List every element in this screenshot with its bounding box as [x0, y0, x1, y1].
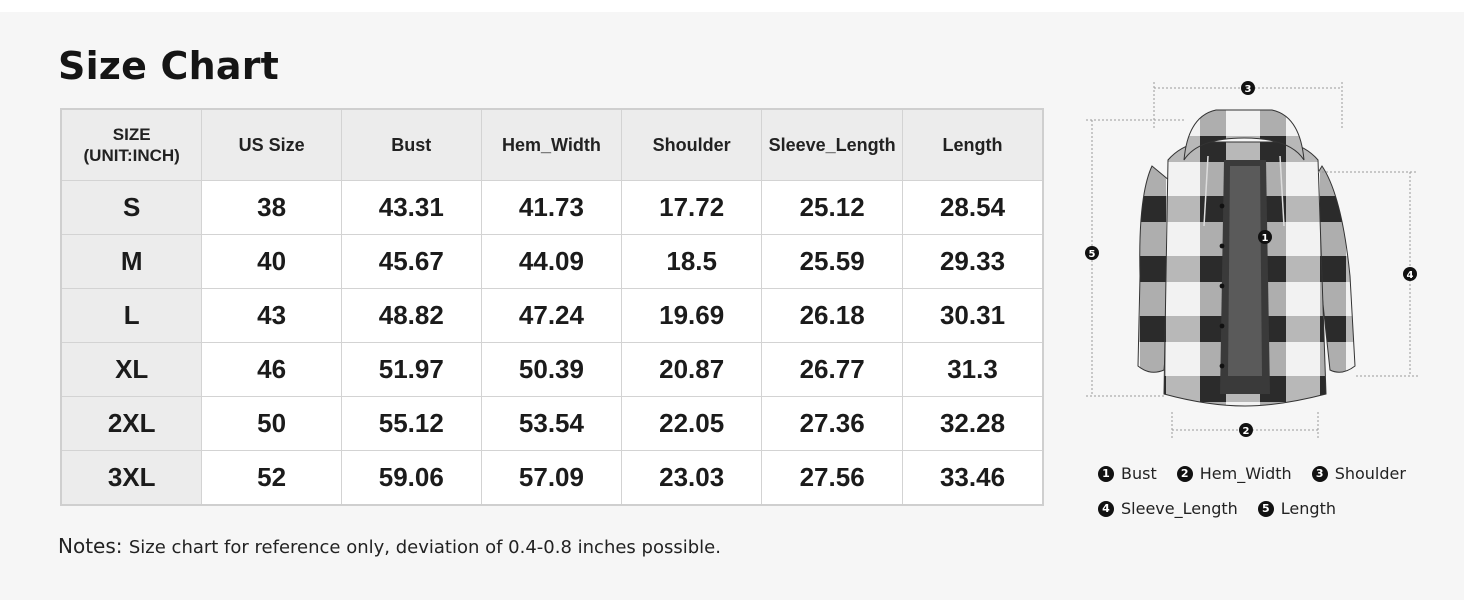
table-cell: 27.56: [761, 450, 904, 506]
table-cell: 25.59: [761, 234, 904, 289]
table-cell: 41.73: [480, 180, 623, 235]
table-cell: 18.5: [621, 234, 763, 289]
table-cell: 46: [201, 342, 342, 397]
header-unit: (UNIT:INCH): [83, 146, 180, 165]
size-chart-table: SIZE (UNIT:INCH) US Size Bust Hem_Width …: [60, 108, 1044, 506]
legend-label: Bust: [1121, 464, 1157, 483]
notes-text: Size chart for reference only, deviation…: [128, 537, 721, 558]
size-cell: L: [60, 288, 203, 343]
measurement-legend: 1 Bust 2 Hem_Width 3 Shoulder 4 Sleeve_L…: [1098, 464, 1438, 534]
marker-1: 1: [1258, 230, 1272, 244]
table-cell: 50.39: [480, 342, 623, 397]
legend-item-bust: 1 Bust: [1098, 464, 1157, 483]
table-cell: 43: [201, 288, 342, 343]
table-cell: 25.12: [761, 180, 904, 235]
table-cell: 38: [201, 180, 342, 235]
size-cell: 3XL: [60, 450, 203, 506]
notes: Notes: Size chart for reference only, de…: [58, 534, 721, 558]
svg-text:4: 4: [1407, 270, 1414, 281]
table-cell: 48.82: [340, 288, 482, 343]
table-cell: 29.33: [902, 234, 1044, 289]
header-sleeve-length: Sleeve_Length: [761, 108, 904, 181]
marker-3: 3: [1241, 81, 1255, 95]
table-cell: 53.54: [480, 396, 623, 451]
table-header-row: SIZE (UNIT:INCH) US Size Bust Hem_Width …: [60, 108, 1044, 181]
table-row: 3XL 52 59.06 57.09 23.03 27.56 33.46: [60, 450, 1044, 506]
header-length: Length: [902, 108, 1044, 181]
legend-item-sleeve-length: 4 Sleeve_Length: [1098, 499, 1238, 518]
table-cell: 57.09: [480, 450, 623, 506]
table-row: M 40 45.67 44.09 18.5 25.59 29.33: [60, 234, 1044, 289]
jacket-image: [1137, 109, 1356, 407]
table-cell: 19.69: [621, 288, 763, 343]
table-cell: 47.24: [480, 288, 623, 343]
marker-5: 5: [1085, 246, 1099, 260]
svg-text:1: 1: [1262, 233, 1269, 244]
table-cell: 55.12: [340, 396, 482, 451]
legend-item-length: 5 Length: [1257, 499, 1336, 518]
table-cell: 26.18: [761, 288, 904, 343]
table-cell: 45.67: [340, 234, 482, 289]
size-cell: M: [60, 234, 203, 289]
table-cell: 26.77: [761, 342, 904, 397]
size-cell: S: [60, 180, 203, 235]
legend-label: Hem_Width: [1199, 464, 1292, 483]
header-size-unit: SIZE (UNIT:INCH): [60, 108, 203, 181]
page-title: Size Chart: [58, 44, 280, 88]
table-cell: 40: [201, 234, 342, 289]
header-us-size: US Size: [201, 108, 342, 181]
table-cell: 22.05: [621, 396, 763, 451]
table-cell: 27.36: [761, 396, 904, 451]
table-cell: 31.3: [902, 342, 1044, 397]
number-badge-icon: 1: [1098, 465, 1114, 482]
header-hem-width: Hem_Width: [480, 108, 623, 181]
table-cell: 30.31: [902, 288, 1044, 343]
legend-label: Shoulder: [1334, 464, 1406, 483]
size-cell: XL: [60, 342, 203, 397]
number-badge-icon: 4: [1098, 500, 1114, 517]
table-cell: 51.97: [340, 342, 482, 397]
legend-label: Sleeve_Length: [1121, 499, 1238, 518]
legend-label: Length: [1280, 499, 1336, 518]
svg-text:3: 3: [1245, 84, 1252, 95]
header-shoulder: Shoulder: [621, 108, 763, 181]
notes-label: Notes:: [58, 534, 123, 558]
table-cell: 17.72: [621, 180, 763, 235]
header-size: SIZE: [112, 125, 151, 144]
legend-row: 1 Bust 2 Hem_Width 3 Shoulder: [1098, 464, 1438, 483]
table-cell: 59.06: [340, 450, 482, 506]
table-cell: 50: [201, 396, 342, 451]
table-row: S 38 43.31 41.73 17.72 25.12 28.54: [60, 180, 1044, 235]
table-row: XL 46 51.97 50.39 20.87 26.77 31.3: [60, 342, 1044, 397]
svg-text:5: 5: [1089, 249, 1096, 260]
table-cell: 44.09: [480, 234, 623, 289]
table-cell: 43.31: [340, 180, 482, 235]
svg-text:2: 2: [1243, 426, 1250, 437]
number-badge-icon: 3: [1311, 465, 1328, 482]
table-row: L 43 48.82 47.24 19.69 26.18 30.31: [60, 288, 1044, 343]
legend-item-shoulder: 3 Shoulder: [1311, 464, 1406, 483]
table-cell: 20.87: [621, 342, 763, 397]
legend-item-hem-width: 2 Hem_Width: [1176, 464, 1292, 483]
table-row: 2XL 50 55.12 53.54 22.05 27.36 32.28: [60, 396, 1044, 451]
size-cell: 2XL: [60, 396, 203, 451]
table-cell: 33.46: [902, 450, 1044, 506]
table-cell: 52: [201, 450, 342, 506]
marker-4: 4: [1403, 267, 1417, 281]
legend-row: 4 Sleeve_Length 5 Length: [1098, 499, 1438, 518]
jacket-measurement-illustration: 1 2 3 4 5: [1085, 81, 1418, 438]
table-cell: 28.54: [902, 180, 1044, 235]
table-cell: 23.03: [621, 450, 763, 506]
marker-2: 2: [1239, 423, 1253, 437]
header-bust: Bust: [340, 108, 482, 181]
table-cell: 32.28: [902, 396, 1044, 451]
number-badge-icon: 5: [1257, 500, 1274, 517]
number-badge-icon: 2: [1176, 465, 1193, 482]
